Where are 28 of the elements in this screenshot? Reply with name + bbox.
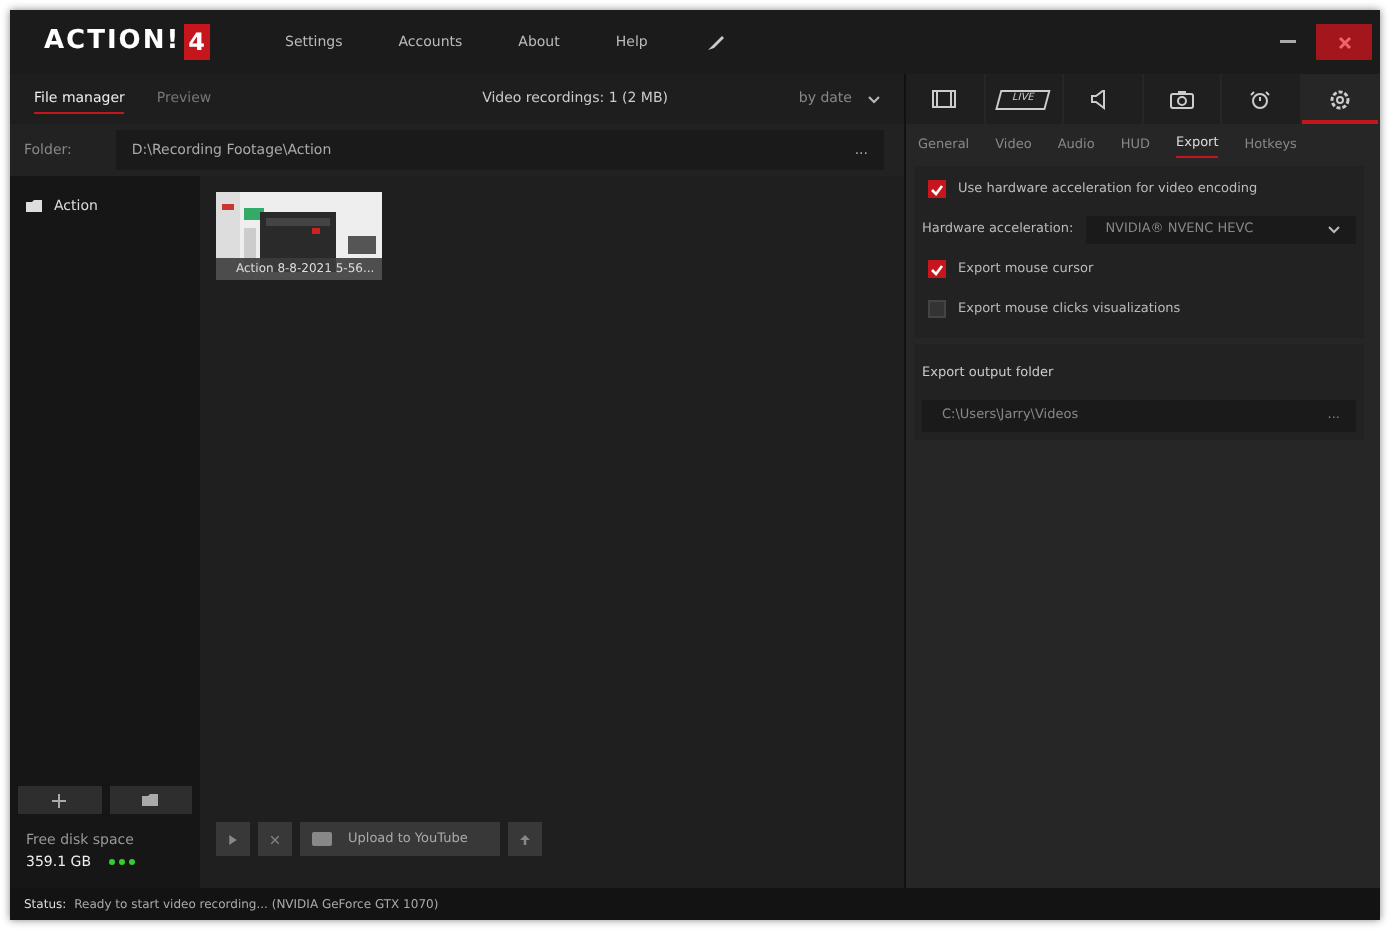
video-icon <box>312 831 332 847</box>
caret-icon <box>868 95 880 103</box>
status-dots-icon <box>107 857 135 866</box>
film-icon <box>932 89 957 109</box>
folder-icon <box>26 200 42 213</box>
mode-tab[interactable] <box>906 74 985 124</box>
upload-icon <box>520 831 530 847</box>
mode-tab[interactable] <box>1143 74 1222 124</box>
play-icon <box>228 831 238 847</box>
add-folder-button[interactable] <box>109 786 192 814</box>
checkbox[interactable] <box>928 300 946 319</box>
folder-icon <box>142 794 159 806</box>
checkbox[interactable] <box>928 180 946 199</box>
mode-tab[interactable] <box>1064 74 1143 124</box>
settings-icon <box>1327 89 1352 109</box>
logo-badge: 4 <box>184 24 210 60</box>
minimize-icon <box>1280 40 1296 44</box>
timer-icon <box>1248 89 1273 109</box>
checkbox[interactable] <box>928 260 946 279</box>
close-icon <box>1337 35 1351 49</box>
pen-icon <box>705 32 726 52</box>
caret-icon <box>1328 225 1340 234</box>
mode-tab[interactable] <box>1222 74 1301 124</box>
plus-icon <box>52 793 67 807</box>
close-icon <box>270 831 280 847</box>
add-button[interactable] <box>18 786 101 814</box>
logo: ACTION! <box>44 24 181 61</box>
camera-icon <box>1169 89 1194 109</box>
